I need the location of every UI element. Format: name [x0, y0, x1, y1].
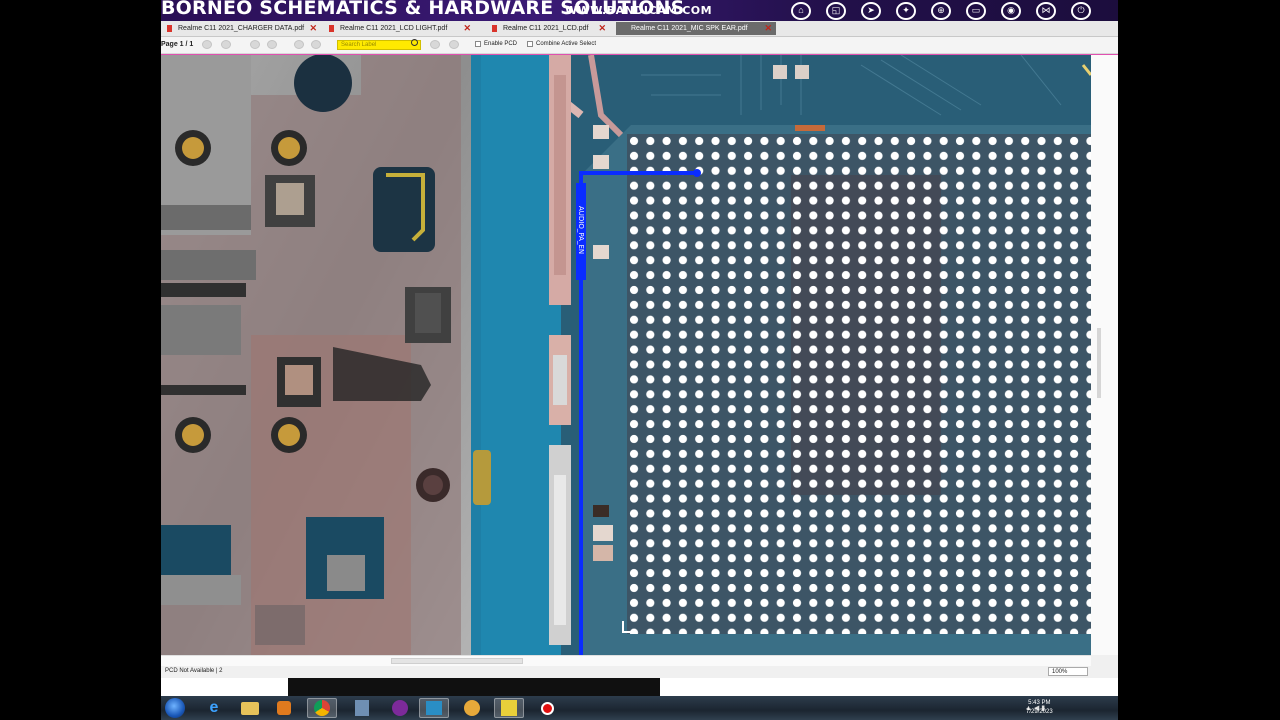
share-icon[interactable]: ⋈	[1036, 1, 1056, 20]
prev-page-icon[interactable]	[202, 40, 212, 49]
magic-wand-icon[interactable]: ✦	[896, 1, 916, 20]
tab-charger-data[interactable]: Realme C11 2021_CHARGER DATA.pdf ✕	[163, 22, 321, 35]
enable-pcd-checkbox[interactable]	[475, 41, 481, 47]
horizontal-scrollbar[interactable]	[161, 655, 1091, 666]
camera-icon[interactable]: ◉	[1001, 1, 1021, 20]
pan-icon[interactable]	[267, 40, 277, 49]
clock[interactable]: 5:43 PM 7/29/2023	[1026, 699, 1053, 717]
close-icon[interactable]: ✕	[764, 22, 772, 35]
cursor-icon[interactable]: ➤	[861, 1, 881, 20]
recorder-toolbar: ⌂ ◱ ➤ ✦ ⊕ ▭ ◉ ⋈ ⏻	[791, 0, 1091, 21]
clock-time: 5:43 PM	[1028, 700, 1051, 706]
media-player-icon[interactable]	[269, 698, 299, 718]
combine-active-checkbox[interactable]	[527, 41, 533, 47]
status-text: PCD Not Available | 2	[165, 668, 223, 674]
scroll-thumb[interactable]	[391, 658, 523, 664]
fit-icon[interactable]	[250, 40, 260, 49]
next-page-icon[interactable]	[221, 40, 231, 49]
document-tabs: Realme C11 2021_CHARGER DATA.pdf ✕ Realm…	[161, 21, 1118, 37]
search-next-icon[interactable]	[449, 40, 459, 49]
pdf-icon	[167, 25, 172, 32]
record-icon[interactable]	[532, 698, 562, 718]
clock-date: 7/29/2023	[1026, 709, 1053, 715]
watermark-banner: BORNEO SCHEMATICS & HARDWARE SOLUTIONS W…	[161, 0, 1118, 21]
pdf-icon	[329, 25, 334, 32]
tab-lcd-light[interactable]: Realme C11 2021_LCD LIGHT.pdf ✕	[325, 22, 475, 35]
viewer-toolbar: Page 1 / 1 Search Label Enable PCD Combi…	[161, 37, 1118, 54]
close-icon[interactable]: ✕	[598, 22, 606, 35]
combine-active-label: Combine Active Select	[536, 41, 597, 47]
explorer-icon[interactable]	[235, 698, 265, 718]
app2-icon[interactable]	[385, 698, 415, 718]
tab-lcd[interactable]: Realme C11 2021_LCD.pdf ✕	[488, 22, 610, 35]
zoom-select[interactable]: 100%	[1048, 667, 1088, 676]
vertical-scrollbar[interactable]	[1091, 55, 1118, 655]
chrome-icon[interactable]	[307, 698, 337, 718]
tab-label: Realme C11 2021_LCD.pdf	[503, 25, 589, 32]
tab-mic-spk-ear[interactable]: Realme C11 2021_MIC SPK EAR.pdf ✕	[616, 22, 776, 35]
power-icon[interactable]: ⏻	[1071, 1, 1091, 20]
banner-url: WWW.BANDICAM.COM	[565, 4, 713, 17]
folder-icon[interactable]: ▭	[966, 1, 986, 20]
search-label-input[interactable]: Search Label	[337, 40, 421, 50]
tab-label: Realme C11 2021_LCD LIGHT.pdf	[340, 25, 448, 32]
pcb-view[interactable]: AUDIO_PA_EN	[161, 55, 1091, 655]
start-button[interactable]	[165, 698, 185, 718]
app-icon[interactable]	[347, 698, 377, 718]
close-icon[interactable]: ✕	[309, 22, 317, 35]
close-icon[interactable]: ✕	[463, 22, 471, 35]
app3-icon[interactable]	[419, 698, 449, 718]
zoom-out-icon[interactable]	[311, 40, 321, 49]
zoom-icon[interactable]: ⊕	[931, 1, 951, 20]
pdf-icon	[492, 25, 497, 32]
background-window-dark	[288, 678, 660, 696]
shield-icon[interactable]	[494, 698, 524, 718]
search-prev-icon[interactable]	[430, 40, 440, 49]
ie-icon[interactable]: e	[199, 698, 229, 718]
crop-icon[interactable]: ◱	[826, 1, 846, 20]
app-window: BORNEO SCHEMATICS & HARDWARE SOLUTIONS W…	[161, 0, 1118, 720]
status-bar: PCD Not Available | 2 100%	[161, 666, 1118, 678]
pcb-image: AUDIO_PA_EN	[161, 55, 1091, 655]
app4-icon[interactable]	[457, 698, 487, 718]
net-label: AUDIO_PA_EN	[577, 206, 585, 254]
pdf-icon	[620, 25, 625, 32]
enable-pcd-label: Enable PCD	[484, 41, 518, 47]
search-icon[interactable]	[411, 39, 418, 46]
tab-label: Realme C11 2021_MIC SPK EAR.pdf	[631, 25, 748, 32]
home-icon[interactable]: ⌂	[791, 1, 811, 20]
scroll-thumb[interactable]	[1097, 328, 1101, 398]
taskbar: e ▲ ◀ ▮ 5:43 PM 7/29/2023	[161, 696, 1118, 720]
zoom-in-icon[interactable]	[294, 40, 304, 49]
tab-label: Realme C11 2021_CHARGER DATA.pdf	[178, 25, 305, 32]
page-indicator: Page 1 / 1	[161, 41, 194, 48]
